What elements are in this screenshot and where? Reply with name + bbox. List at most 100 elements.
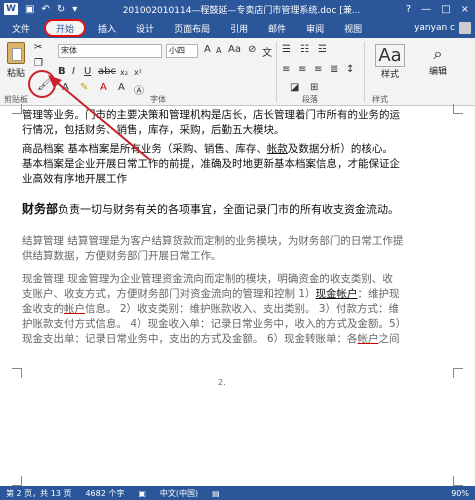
doc-text: 金收支的 <box>22 303 64 315</box>
styles-icon: Aa <box>375 44 405 67</box>
help-button[interactable]: ? <box>406 4 411 15</box>
italic-icon[interactable]: I <box>72 66 75 77</box>
strikethrough-icon[interactable]: abc <box>98 66 116 77</box>
superscript-icon[interactable]: x² <box>134 68 142 77</box>
paste-label: 粘贴 <box>6 69 25 79</box>
quick-access-toolbar: W ▣ ↶ ↻ ▾ <box>0 3 77 15</box>
doc-heading: 财务部 <box>22 202 59 216</box>
doc-line: 供结算数据，方便财务部门开展日常工作。 <box>22 250 222 262</box>
change-case-icon[interactable]: Aa <box>228 44 241 55</box>
maximize-button[interactable]: □ <box>441 4 450 15</box>
doc-line: 行情况，包括财务、销售，库存，采购，后勤五大模块。 <box>22 124 285 136</box>
tab-design[interactable]: 设计 <box>126 18 164 38</box>
editing-label: 编辑 <box>428 67 447 77</box>
macro-icon[interactable]: ▤ <box>212 489 220 498</box>
doc-line: 结算管理 结算管理是为客户结算货款而定制的业务模块，为财务部门的日常工作提 <box>22 235 404 247</box>
user-account[interactable]: yanyan c <box>414 18 475 38</box>
title-bar: W ▣ ↶ ↻ ▾ 201002010114—程鼓延—专卖店门市管理系统.doc… <box>0 0 475 18</box>
margin-corner <box>453 104 463 114</box>
editing-button[interactable]: ⌕ 编辑 <box>418 44 458 77</box>
doc-line: 支账户、收支方式，方便财务部门对资金流向的管理和控制 1）现金帐户：维护现 <box>22 287 454 302</box>
doc-text-underlined: 帐款 <box>266 143 288 155</box>
tab-references[interactable]: 引用 <box>220 18 258 38</box>
bold-icon[interactable]: B <box>58 66 66 77</box>
doc-text: 信息。 2）收支类别：维护账款收入、支出类别。 3）付款方式：维 <box>85 303 400 315</box>
margin-corner <box>453 368 463 378</box>
format-painter-button[interactable]: 🖌 <box>28 70 56 98</box>
doc-text: 现金支出单：记录日常业务中，支出的方式及金额。 6）现金转账单：各 <box>22 333 358 345</box>
doc-line: 现金管理 现金管理为企业管理资金流向而定制的模块，明确资金的收支类别、收 <box>22 273 393 285</box>
multilevel-list-icon[interactable]: ☲ <box>318 44 327 55</box>
grow-font-icon[interactable]: A <box>204 44 211 55</box>
tab-layout[interactable]: 页面布局 <box>164 18 220 38</box>
user-name: yanyan c <box>414 23 455 33</box>
font-size-select[interactable]: 小四 <box>166 44 198 58</box>
shading-icon[interactable]: ◪ <box>290 82 299 93</box>
close-button[interactable]: × <box>461 4 469 15</box>
tab-insert[interactable]: 插入 <box>88 18 126 38</box>
font-name-select[interactable]: 宋体 <box>58 44 162 58</box>
group-paragraph-label: 段落 <box>302 95 318 104</box>
cut-icon[interactable]: ✂ <box>34 42 42 53</box>
char-shading-icon[interactable]: A <box>118 82 125 93</box>
page-indicator[interactable]: 第 2 页，共 13 页 <box>6 488 71 499</box>
doc-text: 之间 <box>378 333 400 345</box>
save-icon[interactable]: ▣ <box>25 4 34 15</box>
tab-view[interactable]: 视图 <box>334 18 372 38</box>
doc-line: 基本档案是企业开展日常工作的前提，准确及时地更新基本档案信息，才能保证企 <box>22 158 400 170</box>
align-right-icon[interactable]: ≡ <box>314 64 322 75</box>
borders-icon[interactable]: ⊞ <box>310 82 318 93</box>
find-icon: ⌕ <box>433 44 443 63</box>
doc-line: 金收支的帐户信息。 2）收支类别：维护账款收入、支出类别。 3）付款方式：维 <box>22 302 454 317</box>
doc-text: 负责一切与财务有关的各项事宜，全面记录门市的所有收支资金流动。 <box>58 203 400 216</box>
tab-review[interactable]: 审阅 <box>296 18 334 38</box>
format-painter-icon: 🖌 <box>37 77 53 91</box>
underline-icon[interactable]: U <box>84 66 91 77</box>
word-logo-icon: W <box>4 3 18 15</box>
paste-button[interactable]: 粘贴 <box>4 42 28 79</box>
styles-button[interactable]: Aa 样式 <box>370 44 410 80</box>
doc-line: 护账款支付方式信息。 4）现金收入单：记录日常业务中，收入的方式及金额。5） <box>22 318 407 330</box>
copy-icon[interactable]: ❐ <box>34 58 43 69</box>
align-center-icon[interactable]: ≡ <box>298 64 306 75</box>
line-spacing-icon[interactable]: ↕ <box>346 64 354 75</box>
page-number: 2. <box>218 378 226 387</box>
bullets-icon[interactable]: ☰ <box>282 44 291 55</box>
tab-mailings[interactable]: 邮件 <box>258 18 296 38</box>
redo-icon[interactable]: ↻ <box>57 4 65 15</box>
window-controls: ? — □ × <box>406 4 475 15</box>
char-border-icon[interactable]: Ⓐ <box>134 82 144 97</box>
ribbon-home: 粘贴 ✂ ❐ 宋体 小四 A A Aa ⊘ 文 B I U abc x₂ x² … <box>0 38 475 106</box>
language-indicator[interactable]: 中文(中国) <box>160 488 198 499</box>
tab-file[interactable]: 文件 <box>0 18 43 38</box>
paragraph: 现金管理 现金管理为企业管理资金流向而定制的模块，明确资金的收支类别、收 支账户… <box>22 272 454 347</box>
avatar <box>459 22 471 34</box>
paragraph: 管理等业务。门市的主要决策和管理机构是店长，店长管理着门市所有的业务的运 行情况… <box>22 108 454 138</box>
font-color-icon[interactable]: A <box>100 82 107 93</box>
document-page[interactable]: 管理等业务。门市的主要决策和管理机构是店长，店长管理着门市所有的业务的运 行情况… <box>0 104 475 486</box>
text-effects-icon[interactable]: A <box>62 82 69 93</box>
phonetic-icon[interactable]: 文 <box>262 44 272 59</box>
minimize-button[interactable]: — <box>421 4 431 15</box>
align-left-icon[interactable]: ≡ <box>282 64 290 75</box>
undo-icon[interactable]: ↶ <box>41 4 49 15</box>
numbering-icon[interactable]: ☷ <box>300 44 309 55</box>
doc-text-underlined: 帐户 <box>357 333 379 345</box>
doc-line: 业高效有序地开展工作 <box>22 173 127 185</box>
tab-home[interactable]: 开始 <box>44 19 87 37</box>
subscript-icon[interactable]: x₂ <box>120 68 128 77</box>
clipboard-icon <box>7 42 25 64</box>
proofing-icon[interactable]: ▣ <box>138 489 146 498</box>
divider <box>364 42 365 102</box>
word-count[interactable]: 4682 个字 <box>85 488 124 499</box>
paragraph: 财务部负责一切与财务有关的各项事宜，全面记录门市的所有收支资金流动。 <box>22 202 454 217</box>
zoom-level[interactable]: 90% <box>451 489 475 498</box>
doc-text: ：维护现 <box>357 288 400 300</box>
highlight-icon[interactable]: ✎ <box>80 82 88 93</box>
justify-icon[interactable]: ≣ <box>330 64 338 75</box>
group-styles-label: 样式 <box>372 95 388 104</box>
shrink-font-icon[interactable]: A <box>216 46 221 55</box>
ribbon-tabs: 文件 开始 插入 设计 页面布局 引用 邮件 审阅 视图 yanyan c <box>0 18 475 38</box>
paragraph: 商品档案 基本档案是所有业务（采购、销售、库存、帐款及数据分析）的核心。 基本档… <box>22 142 454 187</box>
clear-format-icon[interactable]: ⊘ <box>248 44 256 55</box>
